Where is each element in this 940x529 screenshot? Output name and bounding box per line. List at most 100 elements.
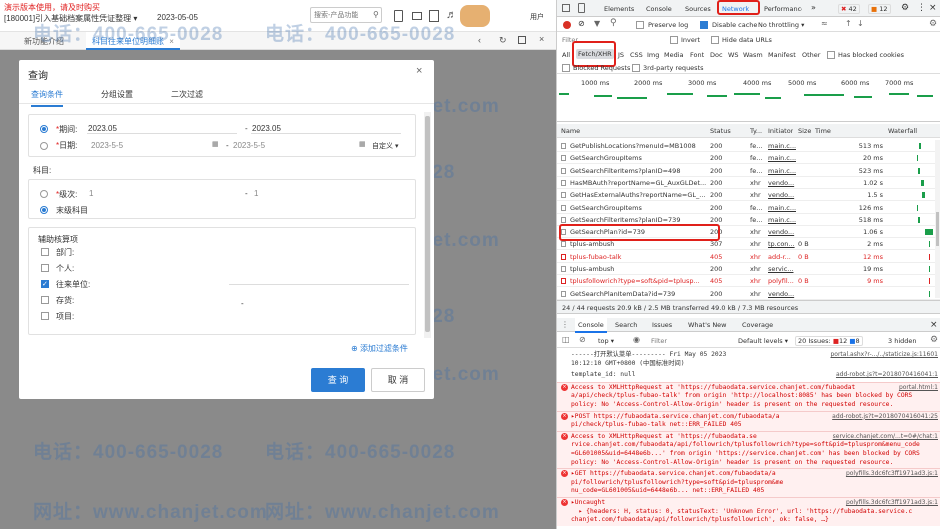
kebab-menu-icon[interactable]: ⋮ — [561, 320, 569, 329]
period-radio[interactable] — [40, 125, 48, 133]
issues-counter[interactable]: 20 Issues: ■12 ■8 — [795, 336, 863, 346]
date-to-value[interactable]: 2023-5-5 — [233, 141, 265, 150]
level-radio[interactable] — [40, 190, 48, 198]
mascot-icon[interactable] — [460, 5, 490, 27]
console-source-link[interactable]: portal.ashx?r-.../../staticize.js:11601 — [830, 351, 938, 360]
console-source-link[interactable]: polyfills.3dc6fc3ff1971ad3.js:1 — [845, 470, 938, 479]
inspect-icon[interactable] — [562, 4, 570, 12]
errors-badge[interactable]: ✖ 42 — [838, 4, 860, 14]
third-party-checkbox[interactable] — [632, 64, 640, 72]
console-source-link[interactable]: polyfills.3dc6fc3ff1971ad3.js:1 — [845, 499, 938, 508]
tab-sources[interactable]: Sources — [685, 5, 711, 13]
drawer-tab-whats-new[interactable]: What's New — [688, 321, 727, 329]
type-all[interactable]: All — [562, 51, 570, 59]
request-row[interactable]: GetSearchGroupItems 200 fe... main.c... 126 … — [557, 202, 940, 214]
search-icon[interactable]: ⚲ — [373, 10, 379, 19]
console-error[interactable]: × Access to XMLHttpRequest at 'https://fu… — [557, 381, 940, 411]
aux-checkbox[interactable] — [41, 296, 49, 304]
col-time[interactable]: Time — [815, 127, 831, 135]
type-ws[interactable]: WS — [728, 51, 739, 59]
console-source-link[interactable]: service.chanjet.com/...t=0#/chat:1 — [832, 432, 938, 442]
type-other[interactable]: Other — [802, 51, 820, 59]
custom-range-select[interactable]: 自定义 ▾ — [372, 141, 398, 151]
tab-console[interactable]: Console — [646, 5, 672, 13]
type-media[interactable]: Media — [664, 51, 684, 59]
console-log[interactable]: ------打开默认菜单--------- Fri May 05 2023 10… — [557, 350, 940, 370]
calendar-icon[interactable]: ▦ — [212, 140, 219, 148]
date-from-value[interactable]: 2023-5-5 — [91, 141, 123, 150]
type-js[interactable]: JS — [618, 51, 624, 59]
aux-checkbox[interactable] — [41, 248, 49, 256]
tab-query-conditions[interactable]: 查询条件 — [31, 89, 63, 107]
aux-checkbox[interactable]: ✓ — [41, 280, 49, 288]
console-error[interactable]: × ▸Uncaught ▸ {headers: H, status: 0, sta… — [557, 497, 940, 526]
period-from-field[interactable]: 2023.05 — [87, 120, 237, 134]
gear-icon[interactable]: ⚙ — [930, 335, 938, 345]
console-error[interactable]: × Access to XMLHttpRequest at 'https://fu… — [557, 430, 940, 469]
has-blocked-cookies-checkbox[interactable] — [827, 51, 835, 59]
wifi-icon[interactable]: ≈ — [821, 19, 828, 28]
request-row[interactable]: tplus-fubao-talk 405 xhr add-r... 0 B 12 ms — [557, 251, 940, 263]
upload-icon[interactable]: ↑ — [845, 19, 852, 28]
date-radio[interactable] — [40, 142, 48, 150]
cancel-button[interactable]: 取 消 — [371, 368, 425, 392]
request-row[interactable]: GetPublishLocations?menuId=MB1008 200 fe..… — [557, 140, 940, 152]
calendar-icon[interactable]: ▦ — [359, 140, 366, 148]
preserve-log-checkbox[interactable] — [636, 21, 644, 29]
query-button[interactable]: 查 询 — [311, 368, 365, 392]
chevron-left-icon[interactable]: ‹ — [478, 35, 481, 45]
overview-timeline[interactable]: 1000 ms 2000 ms 3000 ms 4000 ms 5000 ms … — [557, 75, 940, 122]
download-icon[interactable]: ↓ — [857, 19, 864, 28]
col-name[interactable]: Name — [561, 127, 580, 135]
search-icon[interactable]: ⚲ — [610, 18, 617, 28]
more-tabs-icon[interactable]: » — [811, 3, 816, 12]
type-css[interactable]: CSS — [630, 51, 643, 59]
requests-scrollbar-thumb[interactable] — [936, 212, 939, 246]
close-icon[interactable]: × — [929, 3, 937, 13]
aux-checkbox[interactable] — [41, 312, 49, 320]
close-icon[interactable]: × — [416, 65, 422, 77]
record-icon[interactable] — [563, 21, 571, 29]
request-row[interactable]: GetSearchGroupItems 200 fe... main.c... 20 m… — [557, 152, 940, 165]
gear-icon[interactable]: ⚙ — [901, 3, 909, 13]
sidebar-toggle-icon[interactable]: ◫ — [562, 335, 570, 344]
clear-icon[interactable]: ⊘ — [578, 19, 585, 28]
aux-checkbox[interactable] — [41, 264, 49, 272]
request-row[interactable]: GetHasExternalAuths?reportName=GL_... 200… — [557, 189, 940, 202]
scrollbar[interactable] — [424, 112, 431, 338]
add-filter-link[interactable]: ⊕ 添加过滤条件 — [351, 343, 408, 354]
maximize-icon[interactable] — [518, 36, 526, 44]
gear-icon[interactable]: ⚙ — [929, 19, 937, 29]
close-icon[interactable]: × — [930, 320, 938, 330]
console-error[interactable]: × ▸GET https://fubaodata.service.chanjet.… — [557, 468, 940, 497]
type-font[interactable]: Font — [690, 51, 704, 59]
levels-select[interactable]: Default levels ▾ — [738, 337, 788, 345]
filter-icon[interactable]: ▼ — [594, 19, 600, 28]
eye-icon[interactable]: ◉ — [633, 335, 640, 344]
col-waterfall[interactable]: Waterfall — [888, 127, 917, 135]
period-to-field[interactable]: 2023.05 — [251, 120, 401, 134]
scrollbar-thumb[interactable] — [425, 116, 430, 332]
level-from-value[interactable]: 1 — [89, 189, 93, 198]
drawer-tab-issues[interactable]: Issues — [652, 321, 672, 329]
last-level-radio[interactable] — [40, 206, 48, 214]
requests-scrollbar[interactable] — [935, 140, 940, 298]
tab-secondary-filter[interactable]: 二次过滤 — [171, 89, 203, 100]
console-error[interactable]: × ▸POST https://fubaodata.service.chanjet… — [557, 410, 940, 431]
col-size[interactable]: Size — [798, 127, 811, 135]
tab-elements[interactable]: Elements — [604, 5, 634, 13]
clear-icon[interactable]: ⊘ — [579, 335, 586, 344]
col-initiator[interactable]: Initiator — [768, 127, 793, 135]
close-tab-icon[interactable]: × — [539, 34, 544, 44]
drawer-tab-search[interactable]: Search — [615, 321, 637, 329]
request-row[interactable]: GetSearchFilterItems?planID=498 200 fe... m… — [557, 165, 940, 177]
blocked-requests-checkbox[interactable] — [562, 64, 570, 72]
console-source-link[interactable]: portal.html:1 — [898, 383, 938, 393]
refresh-icon[interactable]: ↻ — [499, 35, 507, 46]
issues-badge[interactable]: ■ 12 — [868, 4, 891, 14]
disable-cache-checkbox[interactable] — [700, 21, 708, 29]
console-source-link[interactable]: add-robot.js?t=2018070416041:1 — [835, 371, 938, 380]
col-type[interactable]: Ty... — [750, 127, 762, 135]
kebab-menu-icon[interactable]: ⋮ — [917, 3, 926, 13]
drawer-tab-coverage[interactable]: Coverage — [742, 321, 773, 329]
